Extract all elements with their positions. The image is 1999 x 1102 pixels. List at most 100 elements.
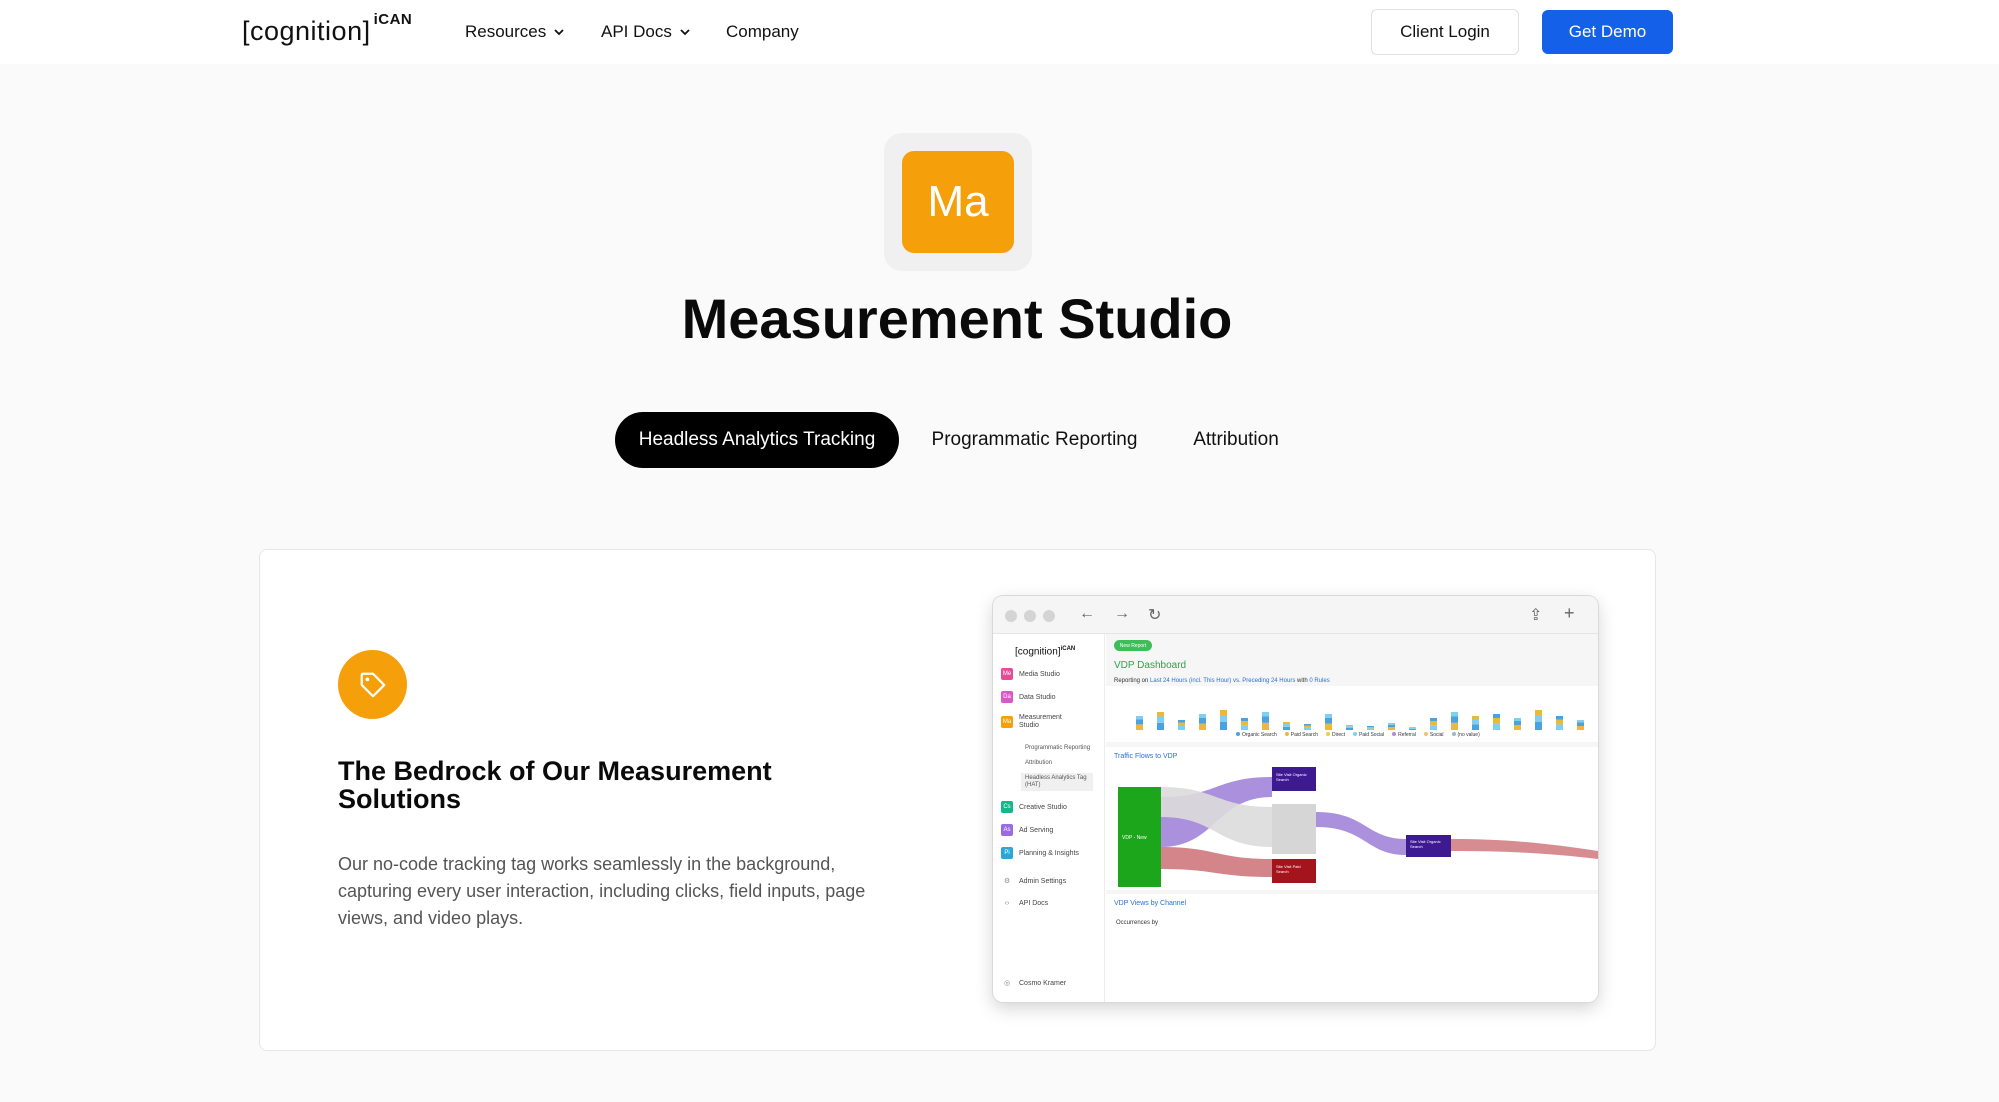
data-studio-badge: Da <box>1001 691 1013 703</box>
mini-bar <box>1535 715 1542 722</box>
mini-bar <box>1304 725 1311 728</box>
forward-icon: → <box>1114 605 1130 622</box>
gear-icon: ⚙ <box>1003 878 1011 885</box>
mock-logo-text: [cognition] <box>1015 646 1061 658</box>
mini-bar <box>1430 725 1437 730</box>
mini-bar <box>1367 728 1374 730</box>
page-title: Measurement Studio <box>681 287 1233 350</box>
legend-item: Direct <box>1326 732 1345 738</box>
client-login-button[interactable]: Client Login <box>1371 9 1519 55</box>
mini-bar <box>1157 722 1164 730</box>
legend-item: Social <box>1423 732 1444 738</box>
dashboard-title: VDP Dashboard <box>1114 660 1187 671</box>
refresh-icon: ↻ <box>1148 607 1162 624</box>
mini-bar <box>1577 720 1584 723</box>
app-tile: Ma <box>902 151 1014 253</box>
reporting-line: Reporting on Last 24 Hours (incl. This H… <box>1114 678 1330 684</box>
mini-bar <box>1493 723 1500 730</box>
mini-bar <box>1577 726 1584 730</box>
mini-bar <box>1430 721 1437 726</box>
tag-icon-glyph <box>360 672 385 697</box>
tab-programmatic-reporting[interactable]: Programmatic Reporting <box>917 412 1152 468</box>
get-demo-button[interactable]: Get Demo <box>1542 10 1673 54</box>
legend-swatch <box>1353 732 1358 736</box>
card-body: Our no-code tracking tag works seamlessl… <box>338 854 866 928</box>
mock-sub-attribution: Attribution <box>1025 760 1053 766</box>
mini-bar <box>1556 719 1563 725</box>
mock-main: New Report VDP Dashboard Reporting on La… <box>1106 634 1598 1002</box>
legend-item: Paid Search <box>1284 732 1318 738</box>
mini-bar <box>1241 721 1248 726</box>
vdp-views-title: VDP Views by Channel <box>1114 900 1187 907</box>
mini-bar <box>1409 727 1416 729</box>
top-nav: [cognition] iCAN Resources API Docs Compa… <box>0 0 1999 64</box>
mock-sub-headless-tag: Headless Analytics Tag (HAT) <box>1021 773 1093 791</box>
nav-company[interactable]: Company <box>726 22 799 42</box>
mini-bar <box>1241 725 1248 730</box>
mock-sidebar <box>993 634 1105 1002</box>
mini-bar <box>1199 718 1206 724</box>
share-icon: ⇪ <box>1529 607 1543 624</box>
mini-bar <box>1304 724 1311 726</box>
mini-bar <box>1241 718 1248 721</box>
traffic-flows-panel: Traffic Flows to VDP VDP - New Site Visi… <box>1106 747 1598 890</box>
user-icon: ◎ <box>1003 980 1011 987</box>
legend-item: (no value) <box>1451 732 1480 738</box>
mini-bar <box>1472 724 1479 730</box>
legend-swatch <box>1236 732 1240 736</box>
code-icon: ‹› <box>1004 900 1010 907</box>
sankey-node-direct <box>1272 804 1316 854</box>
mock-sidebar-item-planning-insights: Pi Planning & Insights <box>1001 847 1079 859</box>
logo[interactable]: [cognition] iCAN <box>242 11 412 47</box>
mini-bar <box>1325 723 1332 730</box>
mini-bar <box>1262 712 1269 717</box>
nav-api-docs[interactable]: API Docs <box>601 22 692 42</box>
mini-bar <box>1388 724 1395 728</box>
mini-bar <box>1346 728 1353 730</box>
media-studio-badge: Me <box>1001 668 1013 680</box>
tab-headless-analytics-tracking[interactable]: Headless Analytics Tracking <box>615 412 899 468</box>
mini-bar <box>1472 719 1479 725</box>
tab-attribution[interactable]: Attribution <box>1176 412 1296 468</box>
mini-bar <box>1367 727 1374 729</box>
mini-bar <box>1178 722 1185 726</box>
planning-insights-badge: Pi <box>1001 847 1013 859</box>
mini-bar <box>1451 712 1458 717</box>
mini-bar <box>1178 726 1185 730</box>
legend-item: Referral <box>1392 732 1416 738</box>
mock-sidebar-label: Admin Settings <box>1019 877 1067 885</box>
mini-bar <box>1409 727 1416 728</box>
mini-bar <box>1388 727 1395 730</box>
mock-sidebar-item-api-docs: ‹› API Docs <box>1001 900 1049 907</box>
mini-bar <box>1136 719 1143 725</box>
mini-bar <box>1535 722 1542 730</box>
legend-item: Paid Social <box>1353 732 1384 738</box>
flow-label-paid: Site Visit Paid Search <box>1276 864 1301 874</box>
legend-swatch <box>1451 732 1456 736</box>
card-heading: The Bedrock of Our Measurement Solutions <box>338 756 772 814</box>
mini-bar <box>1325 718 1332 724</box>
mini-bar <box>1220 715 1227 722</box>
mini-bar <box>1157 716 1164 723</box>
mini-bar <box>1430 718 1437 721</box>
chart-legend: Organic Search Paid Search Direct Paid Soci… <box>1236 732 1480 738</box>
mini-bar <box>1451 722 1458 730</box>
mini-bar <box>1199 723 1206 730</box>
mini-bar <box>1451 716 1458 723</box>
mini-bar <box>1556 716 1563 720</box>
mini-bar <box>1178 720 1185 723</box>
ad-serving-badge: As <box>1001 824 1013 836</box>
legend-swatch <box>1392 732 1397 736</box>
chevron-down-icon <box>680 29 690 36</box>
mock-sub-programmatic-reporting: Programmatic Reporting <box>1025 745 1091 751</box>
mock-sidebar-item-data-studio: Da Data Studio <box>1001 691 1056 703</box>
nav-resources[interactable]: Resources <box>465 22 566 42</box>
mini-bar <box>1493 714 1500 718</box>
mini-bar <box>1262 716 1269 723</box>
new-report-pill: New Report <box>1114 640 1152 651</box>
mock-sidebar-item-creative-studio: Cs Creative Studio <box>1001 801 1067 813</box>
mock-sidebar-label: Data Studio <box>1019 693 1056 701</box>
reporting-rules: 0 Rules <box>1309 678 1330 684</box>
legend-swatch <box>1284 732 1289 736</box>
legend-swatch <box>1423 732 1428 736</box>
